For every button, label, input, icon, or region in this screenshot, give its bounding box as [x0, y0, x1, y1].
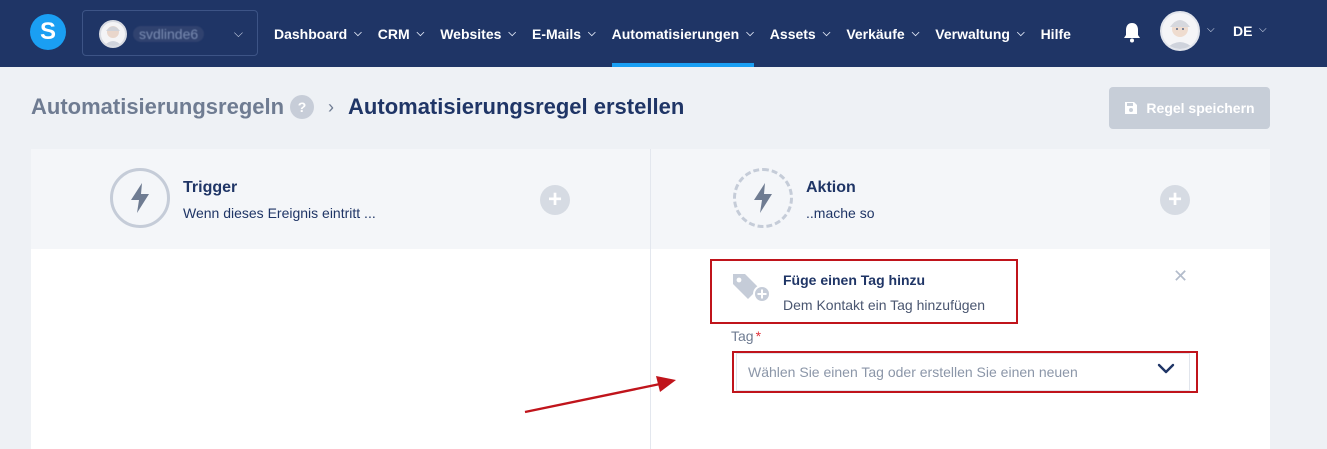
bell-icon[interactable]: [1122, 21, 1142, 43]
breadcrumb-parent-link[interactable]: Automatisierungsregeln: [31, 94, 284, 120]
action-subtitle: ..mache so: [806, 205, 875, 221]
nav-emails[interactable]: E-Mails ⌵: [532, 0, 596, 67]
action-card-title: Füge einen Tag hinzu: [783, 272, 926, 288]
trigger-header: Trigger Wenn dieses Ereignis eintritt ..…: [31, 149, 650, 249]
action-card-description: Dem Kontakt ein Tag hinzufügen: [783, 297, 986, 313]
chevron-down-icon: ⌵: [746, 28, 754, 39]
account-name: svdlinde6: [133, 26, 205, 42]
app-logo[interactable]: S: [30, 14, 66, 50]
save-rule-label: Regel speichern: [1146, 100, 1255, 116]
chevron-down-icon: ⌵: [1016, 28, 1025, 39]
lightning-icon: [110, 168, 170, 228]
nav-verwaltung[interactable]: Verwaltung ⌵: [935, 0, 1024, 67]
breadcrumb: Automatisierungsregeln ? › Automatisieru…: [31, 94, 684, 120]
help-icon[interactable]: ?: [290, 95, 315, 119]
tag-field-label: Tag *: [731, 328, 762, 344]
chevron-down-icon: ⌵: [354, 28, 362, 39]
trigger-title: Trigger: [183, 179, 238, 196]
user-avatar[interactable]: [1160, 11, 1200, 51]
nav-websites[interactable]: Websites ⌵: [440, 0, 516, 67]
save-icon: [1125, 102, 1138, 114]
tag-add-icon: [733, 274, 771, 303]
trigger-subtitle: Wenn dieses Ereignis eintritt ...: [183, 205, 376, 221]
nav-automatisierungen[interactable]: Automatisierungen ⌵: [611, 0, 754, 67]
nav-dashboard[interactable]: Dashboard ⌵: [274, 0, 362, 67]
add-trigger-button[interactable]: +: [540, 185, 570, 215]
chevron-down-icon: ⌵: [588, 28, 596, 39]
chevron-down-icon: ⌵: [416, 28, 425, 39]
chevron-down-icon: ⌵: [508, 28, 517, 39]
account-switcher[interactable]: svdlinde6 ⌵: [82, 10, 258, 56]
add-action-button[interactable]: +: [1160, 185, 1190, 215]
chevron-down-icon: ⌵: [233, 26, 243, 40]
action-title: Aktion: [806, 179, 856, 196]
tag-select-placeholder: Wählen Sie einen Tag oder erstellen Sie …: [748, 364, 1078, 380]
nav-hilfe[interactable]: Hilfe: [1041, 0, 1071, 67]
chevron-down-icon[interactable]: [1157, 362, 1175, 376]
chevron-right-icon: ›: [328, 96, 335, 117]
action-header: Aktion ..mache so +: [651, 149, 1270, 249]
chevron-down-icon[interactable]: ⌵: [1259, 24, 1267, 35]
chevron-down-icon: ⌵: [911, 28, 920, 39]
chevron-down-icon: ⌵: [822, 28, 831, 39]
close-icon[interactable]: ✕: [1173, 266, 1188, 287]
nav-assets[interactable]: Assets ⌵: [770, 0, 831, 67]
main-nav: Dashboard ⌵ CRM ⌵ Websites ⌵ E-Mails ⌵ Autom…: [274, 0, 1087, 67]
account-avatar: [99, 20, 127, 48]
chevron-down-icon[interactable]: ⌵: [1207, 24, 1215, 35]
page-title: Automatisierungsregel erstellen: [348, 94, 685, 119]
required-marker: *: [755, 328, 762, 344]
language-selector[interactable]: DE: [1233, 23, 1252, 39]
save-rule-button[interactable]: Regel speichern: [1109, 87, 1270, 129]
lightning-cycle-icon: [733, 168, 793, 228]
nav-crm[interactable]: CRM ⌵: [378, 0, 424, 67]
nav-verkaeufe[interactable]: Verkäufe ⌵: [846, 0, 919, 67]
annotation-arrow-icon: [524, 376, 676, 414]
top-navigation-bar: S svdlinde6 ⌵ Dashboard ⌵ CRM ⌵ Websites ⌵ …: [0, 0, 1327, 67]
